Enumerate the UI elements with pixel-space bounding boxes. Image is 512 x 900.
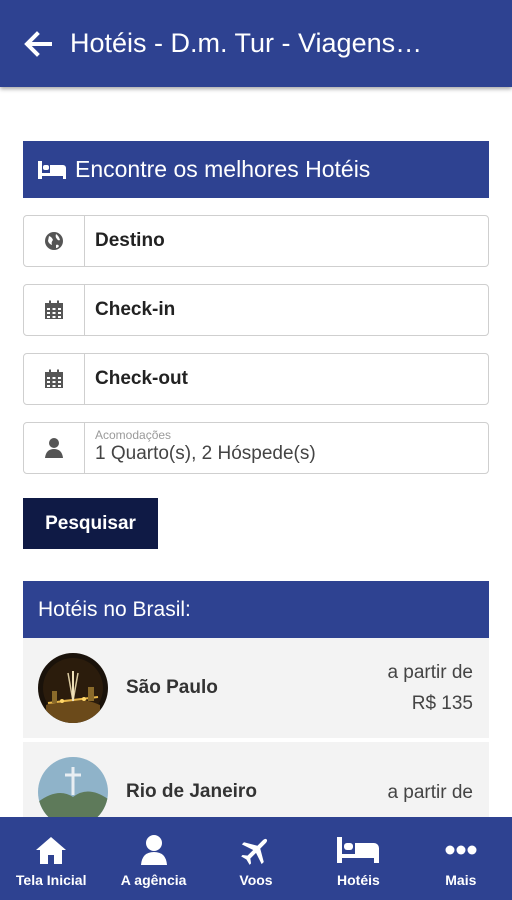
search-button[interactable]: Pesquisar [23, 498, 158, 549]
nav-item-hotels[interactable]: Hotéis [307, 817, 409, 900]
destination-field [23, 215, 489, 267]
nav-item-home[interactable]: Tela Inicial [0, 817, 102, 900]
accommodations-field: Acomodações 1 Quarto(s), 2 Hóspede(s) [23, 422, 489, 474]
price-prefix: a partir de [387, 781, 473, 803]
more-icon [445, 832, 477, 868]
nav-item-flights[interactable]: Voos [205, 817, 307, 900]
bed-icon [336, 832, 380, 868]
home-icon [34, 832, 68, 868]
accommodations-label: Acomodações [95, 428, 172, 442]
city-photo [38, 653, 108, 723]
nav-label: Mais [445, 872, 477, 888]
city-item-sao-paulo[interactable]: São Paulo a partir de R$ 135 [23, 638, 489, 742]
brasil-header: Hotéis no Brasil: [23, 581, 489, 638]
city-price: a partir de [387, 777, 473, 808]
nav-item-more[interactable]: Mais [410, 817, 512, 900]
city-name: Rio de Janeiro [126, 781, 257, 802]
nav-label: Voos [239, 872, 273, 888]
user-icon [24, 423, 85, 473]
globe-icon [24, 216, 85, 266]
app-bar: Hotéis - D.m. Tur - Viagens… [0, 0, 512, 87]
search-header: Encontre os melhores Hotéis [23, 141, 489, 198]
city-price: a partir de R$ 135 [387, 657, 473, 719]
checkout-field [23, 353, 489, 405]
page-title: Hotéis - D.m. Tur - Viagens… [70, 28, 423, 58]
price-value: R$ 135 [411, 693, 473, 714]
checkin-field [23, 284, 489, 336]
airplane-icon [240, 832, 272, 868]
destination-input[interactable] [85, 216, 488, 266]
nav-label: A agência [120, 872, 187, 888]
brasil-header-title: Hotéis no Brasil: [38, 597, 191, 621]
bed-icon [37, 160, 67, 180]
checkout-input[interactable] [85, 354, 488, 404]
back-button[interactable] [18, 24, 58, 64]
nav-item-agency[interactable]: A agência [102, 817, 204, 900]
calendar-icon [24, 354, 85, 404]
accommodations-selector[interactable]: Acomodações 1 Quarto(s), 2 Hóspede(s) [85, 423, 488, 473]
city-name: São Paulo [126, 677, 218, 698]
calendar-icon [24, 285, 85, 335]
checkin-input[interactable] [85, 285, 488, 335]
accommodations-value: 1 Quarto(s), 2 Hóspede(s) [95, 443, 316, 464]
bottom-nav: Tela Inicial A agência Voos Hotéis Mais [0, 817, 512, 900]
search-header-title: Encontre os melhores Hotéis [75, 156, 371, 182]
nav-label: Tela Inicial [15, 872, 87, 888]
arrow-left-icon [24, 30, 52, 57]
nav-label: Hotéis [337, 872, 380, 888]
price-prefix: a partir de [387, 662, 473, 683]
user-icon [140, 832, 168, 868]
main-content: Encontre os melhores Hotéis Destino Chec… [23, 87, 489, 846]
